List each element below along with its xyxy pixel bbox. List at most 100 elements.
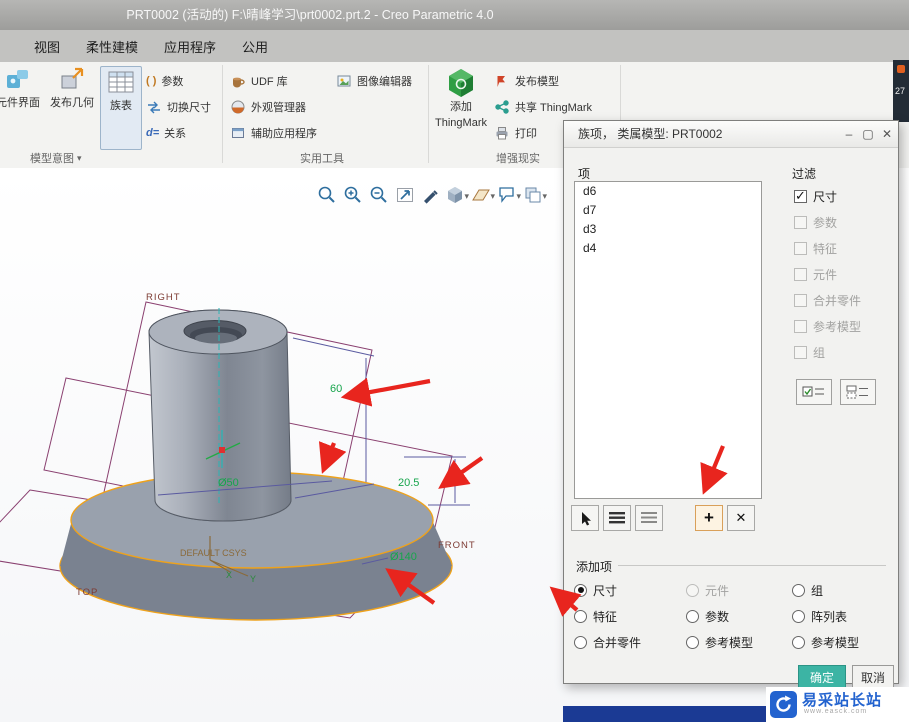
radio-icon [686, 583, 699, 597]
side-panel-icon [897, 65, 905, 73]
model-3d-view: 60 20.5 Ø50 Ø140 DEFAULT CSYS X Y RIGHT … [0, 292, 475, 621]
add-thingmark-icon [449, 69, 473, 97]
right-plane-label: RIGHT [146, 292, 181, 303]
watermark-subtitle: www.easck.com [804, 708, 868, 715]
delete-item-button[interactable]: ✕ [727, 505, 755, 531]
switch-dimensions-button[interactable]: 切换尺寸 [146, 96, 211, 118]
dimension-base-diameter[interactable]: Ø140 [390, 551, 417, 563]
filter-option-label: 元件 [813, 267, 838, 282]
component-interface-label: 元件界面 [0, 97, 40, 109]
filter-option-component[interactable]: 元件 [794, 265, 837, 283]
radio-icon [792, 609, 805, 623]
filter-option-merge-part[interactable]: 合并零件 [794, 291, 861, 309]
check-list-icon [802, 386, 824, 397]
table-rows-button[interactable] [603, 505, 631, 531]
auxiliary-applications-label: 辅助应用程序 [251, 128, 317, 140]
radio-icon [686, 609, 699, 623]
items-section-label: 项 [578, 167, 591, 181]
udf-library-button[interactable]: UDF 库 [230, 70, 288, 92]
dimension-boss-diameter[interactable]: Ø50 [218, 477, 239, 489]
filter-option-label: 合并零件 [813, 293, 862, 308]
print-icon [496, 127, 508, 140]
top-plane-label: TOP [76, 587, 98, 598]
family-item-row[interactable]: d4 [575, 239, 761, 258]
relations-button[interactable]: d= 关系 [146, 122, 186, 144]
dimension-thickness[interactable]: 20.5 [398, 477, 419, 489]
hole-bottom [195, 332, 237, 344]
side-panel-value: 27 [895, 86, 906, 96]
checkbox-icon [794, 241, 807, 255]
family-item-row[interactable]: d7 [575, 201, 761, 220]
add-option-dimension[interactable]: 尺寸 [574, 581, 617, 599]
add-option-parameter[interactable]: 参数 [686, 607, 729, 625]
add-option-label: 尺寸 [593, 583, 618, 598]
checkbox-icon [794, 319, 807, 333]
side-panel[interactable]: 27 [893, 60, 909, 122]
rows-alt-icon [641, 512, 657, 523]
dialog-titlebar[interactable]: 族项， 类属模型: PRT0002 – ▢ ✕ [564, 121, 898, 148]
maximize-button[interactable]: ▢ [859, 121, 877, 147]
component-interface-button[interactable]: 元件界面 [0, 66, 44, 148]
filter-option-feature[interactable]: 特征 [794, 239, 837, 257]
add-thingmark-label-2: ThingMark [435, 117, 487, 129]
filter-option-group[interactable]: 组 [794, 343, 825, 361]
filter-option-parameter[interactable]: 参数 [794, 213, 837, 231]
family-item-row[interactable]: d6 [575, 182, 761, 201]
add-option-merge-part[interactable]: 合并零件 [574, 633, 641, 651]
add-option-component[interactable]: 元件 [686, 581, 729, 599]
checkbox-icon [794, 267, 807, 281]
window-titlebar: PRT0002 (活动的) F:\晴峰学习\prt0002.prt.2 - Cr… [0, 0, 909, 30]
group-label-model-intent[interactable]: 模型意图 [30, 150, 82, 166]
filter-option-reference-model[interactable]: 参考模型 [794, 317, 861, 335]
checkbox-icon [794, 215, 807, 229]
table-rows-alt-button[interactable] [635, 505, 663, 531]
add-option-reference-model[interactable]: 参考模型 [686, 633, 753, 651]
publish-model-button[interactable]: 发布模型 [494, 70, 559, 92]
add-option-feature[interactable]: 特征 [574, 607, 617, 625]
add-option-label: 阵列表 [811, 609, 848, 624]
share-thingmark-button[interactable]: 共享 ThingMark [494, 96, 592, 118]
share-thingmark-icon [495, 100, 509, 114]
filter-option-label: 参数 [813, 215, 838, 230]
auxiliary-applications-button[interactable]: 辅助应用程序 [230, 122, 317, 144]
minimize-button[interactable]: – [840, 121, 858, 147]
cursor-icon [582, 511, 591, 525]
appearance-manager-button[interactable]: 外观管理器 [230, 96, 306, 118]
tab-view[interactable]: 视图 [34, 37, 60, 56]
add-item-button[interactable]: + [695, 505, 723, 531]
column-display-button[interactable] [840, 379, 876, 405]
group-divider [618, 565, 886, 566]
family-item-row[interactable]: d3 [575, 220, 761, 239]
add-thingmark-button[interactable]: 添加 ThingMark [432, 66, 490, 148]
image-editor-icon [337, 75, 351, 87]
dimension-height[interactable]: 60 [330, 383, 342, 395]
add-section-label: 添加项 [576, 560, 613, 574]
add-option-pattern-table[interactable]: 阵列表 [792, 607, 847, 625]
publish-geometry-button[interactable]: 发布几何 [47, 66, 97, 148]
dropdown-caret-icon [77, 152, 82, 164]
watermark-title: 易采站长站 [802, 692, 883, 709]
filter-option-dimension[interactable]: 尺寸 [794, 187, 837, 205]
image-editor-button[interactable]: 图像编辑器 [336, 70, 412, 92]
select-items-button[interactable] [571, 505, 599, 531]
tab-common[interactable]: 公用 [242, 37, 268, 56]
radio-icon [574, 583, 587, 597]
add-option-group[interactable]: 组 [792, 581, 823, 599]
add-option-label: 参数 [705, 609, 730, 624]
group-separator [222, 65, 223, 163]
tab-flexible-modeling[interactable]: 柔性建模 [86, 37, 138, 56]
tab-applications[interactable]: 应用程序 [164, 37, 216, 56]
print-button[interactable]: 打印 [494, 122, 537, 144]
publish-geometry-icon [61, 67, 84, 89]
add-option-reference-model-2[interactable]: 参考模型 [792, 633, 859, 651]
family-items-list[interactable]: d6 d7 d3 d4 [574, 181, 762, 499]
close-button[interactable]: ✕ [878, 121, 896, 147]
dialog-title: 族项， 类属模型: PRT0002 [578, 127, 723, 141]
parameters-button[interactable]: ( ) 参数 [146, 70, 183, 92]
radio-icon [574, 635, 587, 649]
share-thingmark-label: 共享 ThingMark [515, 102, 593, 114]
verify-items-button[interactable] [796, 379, 832, 405]
filter-option-label: 特征 [813, 241, 838, 256]
parameters-icon: ( ) [146, 75, 157, 87]
family-table-button[interactable]: 族表 [100, 66, 142, 150]
